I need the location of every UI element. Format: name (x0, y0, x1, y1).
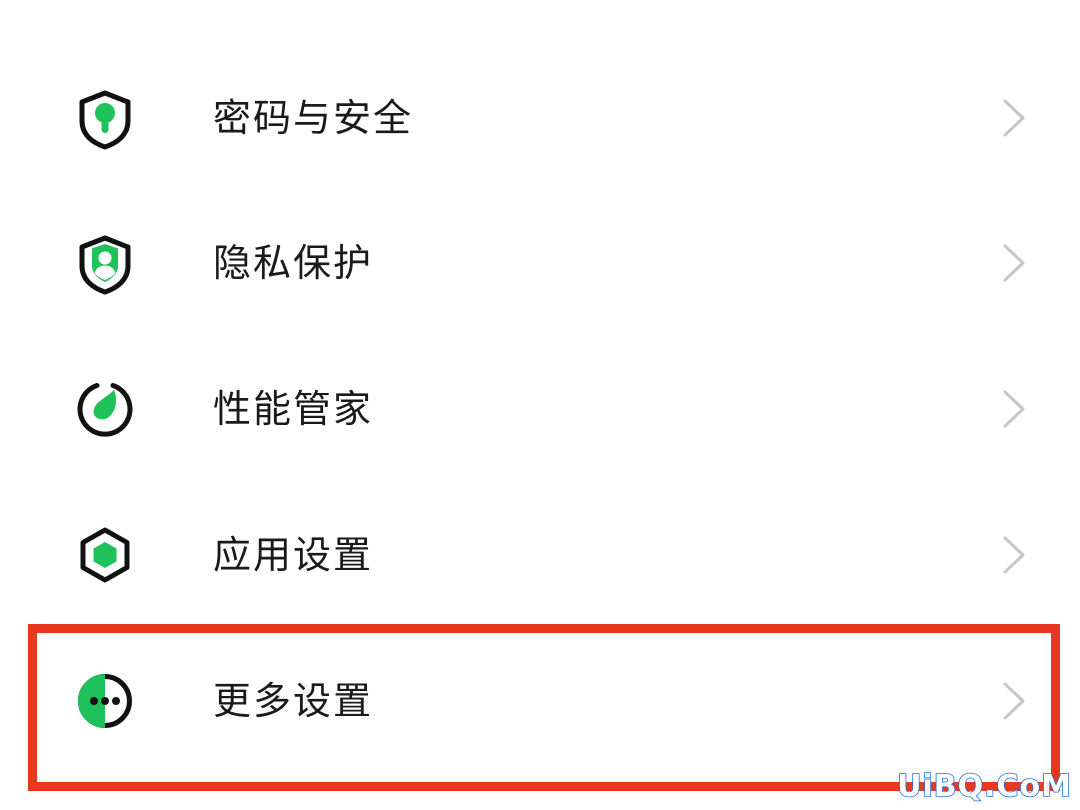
chevron-right-icon (996, 387, 1030, 431)
settings-item-more-settings[interactable]: 更多设置 (0, 628, 1080, 774)
settings-item-password-security[interactable]: 密码与安全 (0, 45, 1080, 191)
settings-item-label: 更多设置 (213, 679, 374, 723)
settings-item-privacy[interactable]: 隐私保护 (0, 190, 1080, 336)
settings-item-label: 应用设置 (213, 533, 374, 577)
more-dots-icon (72, 668, 138, 734)
settings-item-app-settings[interactable]: 应用设置 (0, 482, 1080, 628)
settings-screen: 密码与安全 隐私保护 性能管家 应用设置 更多设置 UiBQ.CoM (0, 0, 1080, 810)
hexagon-icon (72, 522, 138, 588)
settings-item-label: 隐私保护 (213, 241, 374, 285)
settings-item-label: 密码与安全 (213, 96, 414, 140)
shield-person-icon (72, 230, 138, 296)
watermark: UiBQ.CoM (896, 768, 1072, 805)
chevron-right-icon (996, 679, 1030, 723)
chevron-right-icon (996, 533, 1030, 577)
chevron-right-icon (996, 96, 1030, 140)
settings-item-label: 性能管家 (213, 387, 374, 431)
chevron-right-icon (996, 241, 1030, 285)
settings-item-performance[interactable]: 性能管家 (0, 336, 1080, 482)
gauge-leaf-icon (72, 376, 138, 442)
shield-keyhole-icon (72, 85, 138, 151)
